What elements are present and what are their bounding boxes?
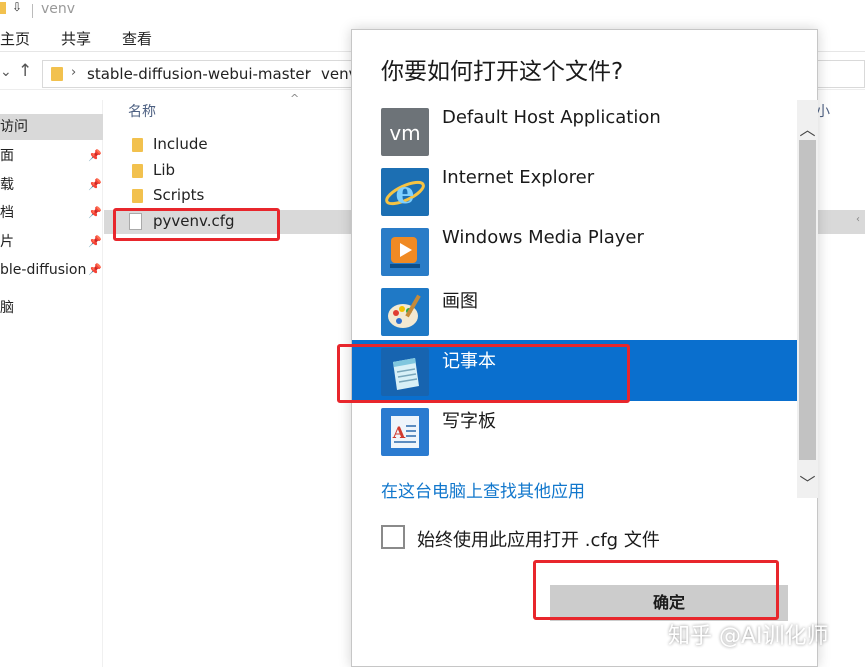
svg-text:vm: vm	[389, 121, 420, 145]
ok-button[interactable]: 确定	[550, 585, 788, 621]
breadcrumb-segment[interactable]: stable-diffusion-webui-master	[87, 65, 311, 83]
watermark: 知乎 @AI训化师	[668, 624, 829, 649]
sidebar-item-pictures[interactable]: 片 📌	[0, 229, 103, 255]
up-arrow-icon[interactable]: ↑	[18, 61, 32, 81]
folder-icon	[132, 189, 143, 203]
pin-icon: 📌	[88, 235, 102, 248]
app-item-internet-explorer[interactable]: e Internet Explorer	[352, 160, 798, 221]
app-item-windows-media-player[interactable]: Windows Media Player	[352, 220, 798, 281]
title-separator	[32, 4, 33, 18]
always-use-checkbox[interactable]	[381, 525, 405, 549]
sidebar-item-label: ble-diffusion	[0, 262, 87, 278]
recent-locations-chevron-icon[interactable]: ⌄	[0, 64, 12, 80]
wordpad-icon: A	[381, 408, 429, 456]
app-name: Windows Media Player	[442, 227, 644, 248]
folder-icon	[0, 2, 6, 14]
file-name: Include	[153, 135, 208, 153]
sidebar-item-stable-diffusion[interactable]: ble-diffusion 📌	[0, 257, 103, 283]
app-item-wordpad[interactable]: A 写字板	[352, 400, 798, 461]
document-icon	[129, 213, 142, 230]
notepad-icon	[381, 348, 429, 396]
always-use-label[interactable]: 始终使用此应用打开 .cfg 文件	[417, 526, 660, 552]
app-name: Internet Explorer	[442, 167, 595, 188]
pin-icon: 📌	[88, 206, 102, 219]
svg-text:e: e	[395, 176, 414, 211]
pin-icon: 📌	[88, 263, 102, 276]
app-item-paint[interactable]: 画图	[352, 280, 798, 341]
app-item-default-host[interactable]: vm Default Host Application	[352, 100, 798, 161]
sidebar-item-documents[interactable]: 档 📌	[0, 200, 103, 226]
sidebar-item-label: 脑	[0, 300, 14, 316]
app-item-notepad[interactable]: 记事本	[352, 340, 798, 401]
sidebar-item-label: 面	[0, 148, 14, 164]
find-other-apps-link[interactable]: 在这台电脑上查找其他应用	[381, 477, 585, 502]
internet-explorer-icon: e	[381, 168, 429, 216]
sidebar-item-label: 档	[0, 205, 14, 221]
sidebar-item-downloads[interactable]: 载 📌	[0, 172, 103, 198]
scroll-up-chevron-icon[interactable]: ︿	[797, 116, 818, 139]
folder-icon	[132, 164, 143, 178]
folder-icon	[132, 138, 143, 152]
chevron-right-icon[interactable]: ›	[305, 65, 310, 80]
app-list-scrollbar[interactable]: ︿ ﹀	[797, 100, 818, 498]
dialog-title: 你要如何打开这个文件?	[381, 59, 624, 85]
tab-view[interactable]: 查看	[122, 28, 152, 49]
scroll-down-chevron-icon[interactable]: ﹀	[797, 470, 818, 493]
app-name: 写字板	[442, 411, 496, 432]
sidebar-item-label: 访问	[0, 119, 28, 135]
file-name: Lib	[153, 161, 176, 179]
file-name: pyvenv.cfg	[153, 212, 235, 230]
sidebar-item-label: 片	[0, 234, 14, 250]
sidebar-item-desktop[interactable]: 面 📌	[0, 143, 103, 169]
tab-home[interactable]: 主页	[0, 28, 30, 49]
sidebar-item-label: 载	[0, 177, 14, 193]
windows-media-player-icon	[381, 228, 429, 276]
scroll-thumb[interactable]	[799, 140, 816, 460]
app-name: 记事本	[442, 351, 496, 372]
paint-icon	[381, 288, 429, 336]
vmware-icon: vm	[381, 108, 429, 156]
file-name: Scripts	[153, 186, 205, 204]
app-name: Default Host Application	[442, 107, 661, 128]
open-with-dialog: 你要如何打开这个文件? vm Default Host Application …	[351, 29, 818, 667]
pin-icon: 📌	[88, 178, 102, 191]
sidebar-item-quick-access[interactable]: 访问	[0, 114, 103, 140]
chevron-right-icon[interactable]: ›	[71, 65, 76, 80]
pin-icon: 📌	[88, 149, 102, 162]
explorer-titlebar: ⇩ venv	[0, 0, 865, 22]
folder-icon	[51, 67, 63, 81]
column-header-size[interactable]: 小	[816, 101, 830, 121]
tab-share[interactable]: 共享	[61, 28, 91, 49]
column-header-name[interactable]: 名称	[128, 101, 156, 121]
window-title: venv	[41, 1, 76, 17]
chevron-left-icon: ‹	[856, 214, 860, 225]
svg-text:A: A	[392, 423, 406, 442]
sort-ascending-icon: ^	[290, 92, 300, 105]
quick-access-dropdown[interactable]: ⇩	[12, 0, 22, 14]
app-name: 画图	[442, 291, 478, 312]
app-list: vm Default Host Application e Internet E…	[352, 100, 798, 480]
navigation-pane: 访问 面 📌 载 📌 档 📌 片 📌 ble-diffusion 📌 脑	[0, 100, 103, 667]
sidebar-item-this-pc[interactable]: 脑	[0, 295, 103, 321]
